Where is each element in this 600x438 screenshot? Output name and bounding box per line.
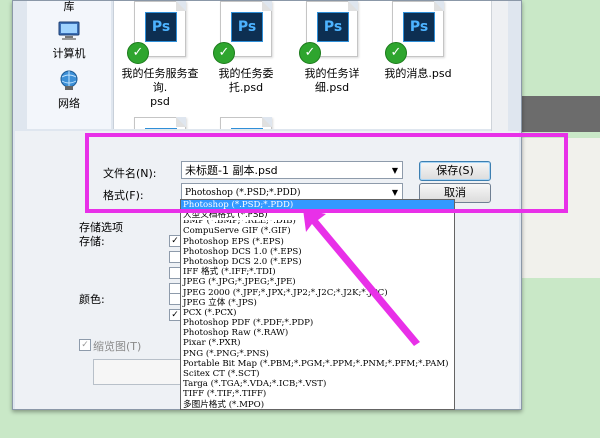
annotation-arrow bbox=[303, 209, 420, 346]
